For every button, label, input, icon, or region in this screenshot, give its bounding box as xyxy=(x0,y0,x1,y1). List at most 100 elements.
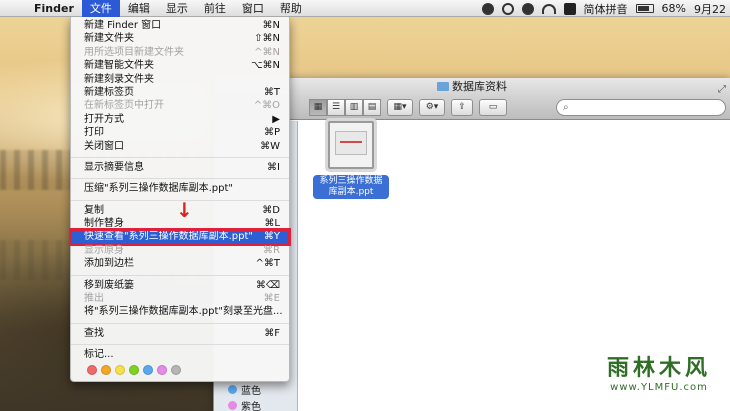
menu-file[interactable]: 文件 xyxy=(81,0,120,17)
file-name: 系列三操作数据库副本.ppt xyxy=(313,175,389,199)
tag-color-dot[interactable] xyxy=(171,364,181,375)
arrange-button[interactable]: ▦▾ xyxy=(387,99,413,116)
annotation-arrow-icon: ↓ xyxy=(176,198,193,222)
list-view-button[interactable]: ☰ xyxy=(327,99,345,116)
menu-item-shortcut: ⌘N xyxy=(262,20,280,31)
menu-item-label: 新建 Finder 窗口 xyxy=(84,20,162,31)
menu-item-shortcut: ⌥⌘N xyxy=(250,60,280,72)
menu-go[interactable]: 前往 xyxy=(196,0,234,17)
file-menu-item[interactable]: 新建文件夹 ⇧⌘N xyxy=(71,32,289,45)
menu-item-label: 制作替身 xyxy=(84,218,124,230)
file-menu-item: 在新标签页中打开 ^⌘O xyxy=(71,99,289,112)
compass-icon[interactable] xyxy=(521,2,534,15)
menu-item-shortcut: ^⌘N xyxy=(254,46,280,58)
window-toolbar: ▦ ☰ ▥ ▤ ▦▾ ⚙▾ ⇪ ▭ ⌕ xyxy=(214,96,730,120)
file-item[interactable]: 系列三操作数据库副本.ppt xyxy=(311,121,391,199)
tag-color-dot[interactable] xyxy=(157,364,167,375)
tag-color-dot[interactable] xyxy=(115,364,125,375)
file-menu-item: 显示原身 ⌘R xyxy=(71,244,289,257)
sync-icon[interactable] xyxy=(501,2,514,15)
sidebar-tag-label: 蓝色 xyxy=(241,386,261,397)
tag-color-dot[interactable] xyxy=(87,364,97,375)
menu-item-label: 推出 xyxy=(84,293,104,305)
menu-view[interactable]: 显示 xyxy=(158,0,196,17)
menu-item-label: 移到废纸篓 xyxy=(84,279,134,291)
folder-icon xyxy=(437,82,449,91)
clock[interactable]: 9月22 xyxy=(694,1,726,17)
menu-item-label: 显示原身 xyxy=(84,244,124,256)
tag-color-dot[interactable] xyxy=(129,364,139,375)
file-menu-item[interactable]: 关闭窗口 ⌘W xyxy=(71,140,289,153)
menu-item-label: 标记... xyxy=(84,349,114,361)
menu-item-label: 显示摘要信息 xyxy=(84,161,144,173)
file-menu-item[interactable]: 新建刻录文件夹 xyxy=(71,73,289,86)
menu-separator xyxy=(71,344,289,346)
tag-color-dot[interactable] xyxy=(101,364,111,375)
menu-item-shortcut: ⌘L xyxy=(264,218,280,230)
menu-finder[interactable]: Finder xyxy=(26,0,82,17)
file-menu-item[interactable]: 移到废纸篓 ⌘⌫ xyxy=(71,279,289,292)
menu-extras: 简体拼音 68% 9月22 xyxy=(481,0,730,17)
file-menu-item[interactable]: 打开方式 ▶ xyxy=(71,113,289,126)
menu-item-label: 快速查看"系列三操作数据库副本.ppt" xyxy=(84,231,253,243)
sidebar-tag-blue[interactable]: 蓝色 xyxy=(228,382,261,397)
tags-button[interactable]: ▭ xyxy=(479,99,507,116)
menu-separator xyxy=(71,178,289,180)
battery-percentage: 68% xyxy=(661,2,686,15)
menu-item-label: 用所选项目新建文件夹 xyxy=(84,46,184,58)
menu-bar: Finder 文件 编辑 显示 前往 窗口 帮助 简体拼音 68% 9月22 xyxy=(0,0,730,17)
window-title: 数据库资料 xyxy=(452,80,507,93)
file-menu-item[interactable]: 将"系列三操作数据库副本.ppt"刻录至光盘... xyxy=(71,305,289,318)
menu-item-shortcut: ⌘E xyxy=(263,293,280,305)
column-view-button[interactable]: ▥ xyxy=(345,99,363,116)
menu-window[interactable]: 窗口 xyxy=(234,0,272,17)
file-menu-item[interactable]: 快速查看"系列三操作数据库副本.ppt" ⌘Y xyxy=(69,228,291,246)
menu-help[interactable]: 帮助 xyxy=(272,0,310,17)
wifi-icon[interactable] xyxy=(541,3,556,14)
sidebar-tag-purple[interactable]: 紫色 xyxy=(228,398,261,411)
tag-color-dot[interactable] xyxy=(143,364,153,375)
input-method-icon[interactable] xyxy=(563,2,576,15)
menu-item-shortcut: ⌘Y xyxy=(263,231,280,243)
menu-item-shortcut: ⌘I xyxy=(267,161,280,173)
menu-item-label: 添加到边栏 xyxy=(84,258,134,270)
menu-item-shortcut: ⌘T xyxy=(263,86,280,98)
menu-item-label: 将"系列三操作数据库副本.ppt"刻录至光盘... xyxy=(84,306,283,318)
share-button[interactable]: ⇪ xyxy=(451,99,473,116)
menu-item-label: 压缩"系列三操作数据库副本.ppt" xyxy=(84,183,233,195)
menu-item-label: 新建标签页 xyxy=(84,86,134,98)
qq-icon[interactable] xyxy=(481,2,494,15)
search-input[interactable]: ⌕ xyxy=(556,99,726,116)
window-titlebar[interactable]: 数据库资料 ⤢ xyxy=(214,78,730,96)
tag-dot-icon xyxy=(228,401,237,410)
action-gear-button[interactable]: ⚙▾ xyxy=(419,99,445,116)
menu-item-shortcut: ⌘W xyxy=(260,140,280,152)
menu-item-label: 打开方式 xyxy=(84,113,124,125)
file-menu-item[interactable]: 标记... xyxy=(71,348,289,361)
ppt-file-icon xyxy=(328,121,374,169)
file-menu-item[interactable]: 添加到边栏 ^⌘T xyxy=(71,257,289,270)
menu-item-label: 复制 xyxy=(84,204,104,216)
menu-item-shortcut: ^⌘T xyxy=(255,258,281,270)
file-menu-item[interactable]: 显示摘要信息 ⌘I xyxy=(71,161,289,174)
menu-item-shortcut: ⌘P xyxy=(263,127,280,139)
file-menu-item[interactable]: 新建标签页 ⌘T xyxy=(71,86,289,99)
menu-item-shortcut: ^⌘O xyxy=(253,100,280,112)
menu-item-label: 关闭窗口 xyxy=(84,140,124,152)
watermark-logo: 雨林木风 www.YLMFU.com xyxy=(594,350,724,406)
menu-edit[interactable]: 编辑 xyxy=(120,0,158,17)
file-menu-item[interactable]: 新建智能文件夹 ⌥⌘N xyxy=(71,59,289,72)
icon-view-button[interactable]: ▦ xyxy=(309,99,327,116)
tag-dot-icon xyxy=(228,385,237,394)
menu-item-label: 新建刻录文件夹 xyxy=(84,73,154,85)
watermark-title: 雨林木风 xyxy=(606,356,711,381)
file-menu-item[interactable]: 新建 Finder 窗口 ⌘N xyxy=(71,19,289,32)
file-menu-item[interactable]: 查找 ⌘F xyxy=(71,327,289,340)
file-menu-item[interactable]: 打印 ⌘P xyxy=(71,126,289,139)
file-menu-item: 用所选项目新建文件夹 ^⌘N xyxy=(71,46,289,59)
coverflow-view-button[interactable]: ▤ xyxy=(363,99,381,116)
input-method-label[interactable]: 简体拼音 xyxy=(584,1,628,17)
file-menu-item[interactable]: 压缩"系列三操作数据库副本.ppt" xyxy=(71,182,289,195)
tag-color-picker xyxy=(71,362,289,378)
battery-icon[interactable] xyxy=(635,4,654,13)
